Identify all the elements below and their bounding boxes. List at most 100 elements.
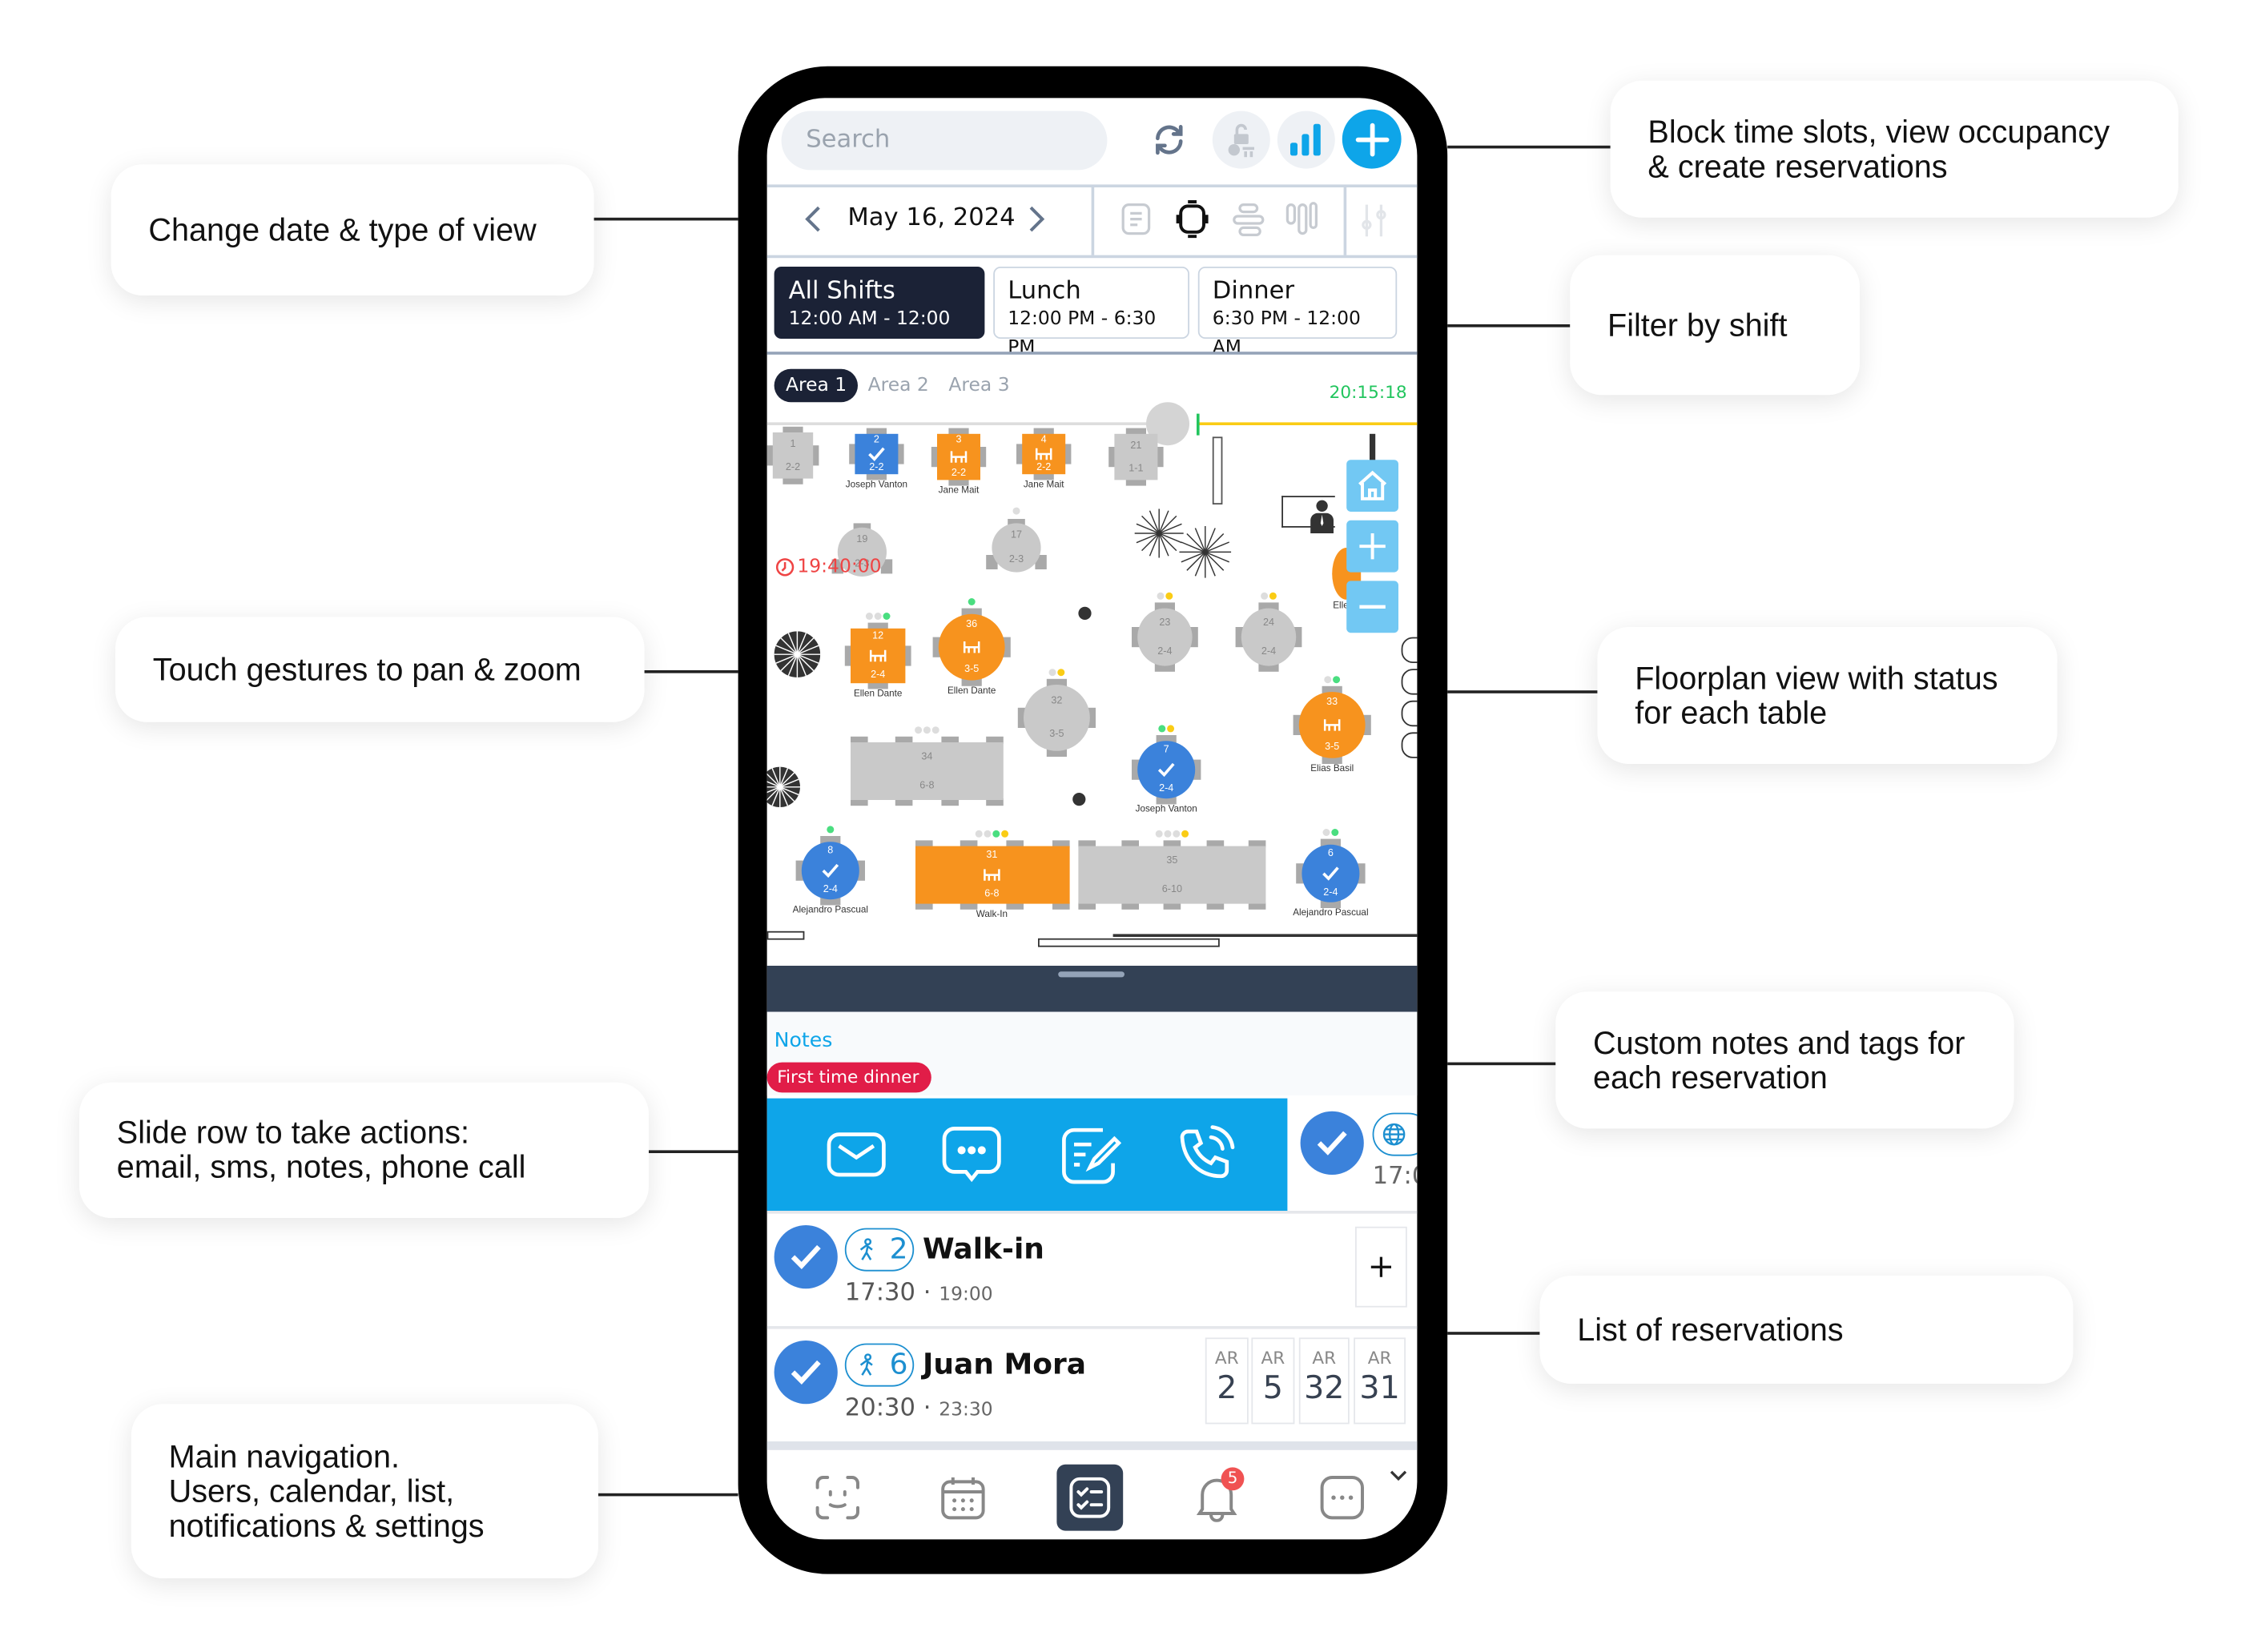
table-35[interactable]: 35 6-10 — [1078, 846, 1266, 904]
block-time-icon[interactable] — [1212, 111, 1270, 169]
table-1[interactable]: 1 2-2 — [772, 432, 814, 479]
area-tab-2[interactable]: Area 2 — [868, 369, 929, 402]
reservation-row[interactable]: 2 Walk-in 17:30 · 19:00 — [767, 1212, 1418, 1324]
wall — [1212, 436, 1223, 504]
chevron-down-icon[interactable] — [1390, 1463, 1407, 1489]
check-icon — [1157, 762, 1175, 778]
zoom-in-button[interactable] — [1346, 520, 1398, 573]
table-6[interactable]: 6 2-4 — [1302, 844, 1360, 902]
nav-settings[interactable] — [1309, 1465, 1375, 1531]
table-21[interactable]: 21 1-1 — [1114, 433, 1158, 480]
filter-icon[interactable] — [1359, 202, 1388, 247]
notification-badge: 5 — [1221, 1467, 1245, 1491]
sms-button[interactable] — [941, 1124, 1002, 1195]
status-check[interactable] — [774, 1225, 838, 1289]
timeline-view-icon[interactable] — [1231, 202, 1265, 243]
table-17[interactable]: 17 2-3 — [992, 523, 1041, 573]
table-4[interactable]: 4 2-2 — [1022, 433, 1066, 475]
email-button[interactable] — [826, 1127, 887, 1189]
drag-handle[interactable] — [1058, 971, 1124, 978]
home-icon — [1358, 470, 1387, 500]
current-date[interactable]: May 16, 2024 — [847, 203, 1015, 232]
nav-users[interactable] — [804, 1465, 871, 1531]
floorplan-canvas[interactable]: 1 2-2 2 2-2 Joseph Vanton 3 2-2 Jane Mait 4 2-2 Ja… — [766, 402, 1418, 966]
table-capacity: 3-5 — [964, 665, 980, 675]
table-status-dots — [827, 826, 835, 834]
callout-reservation-list: List of reservations — [1539, 1276, 2074, 1384]
table-guest-name: Ellen Dante — [853, 689, 903, 699]
wall — [1370, 433, 1376, 463]
notes-button[interactable] — [1060, 1124, 1123, 1195]
table-number: 36 — [966, 619, 978, 629]
zoom-out-icon — [1359, 605, 1386, 609]
table-guest-name: Jane Mait — [938, 485, 980, 496]
sheet-handle-bar[interactable] — [766, 966, 1418, 1012]
table-24[interactable]: 24 2-4 — [1241, 608, 1297, 666]
list-view-icon[interactable] — [1120, 202, 1153, 243]
shift-tab-lunch[interactable]: Lunch 12:00 PM - 6:30 PM — [993, 267, 1189, 359]
refresh-icon[interactable] — [1150, 121, 1188, 166]
assigned-table[interactable]: AR 31 — [1354, 1337, 1406, 1425]
table-36[interactable]: 36 3-5 — [938, 613, 1005, 681]
now-marker — [1197, 413, 1200, 436]
nav-notifications[interactable]: 5 — [1184, 1465, 1250, 1531]
table-status-dots — [968, 598, 976, 605]
shift-tab-all[interactable]: All Shifts 12:00 AM - 12:00 AM — [774, 267, 985, 359]
table-number: 21 — [1130, 440, 1142, 451]
prev-date-button[interactable] — [803, 205, 823, 241]
search-input[interactable]: Search — [781, 111, 1108, 171]
connector — [593, 217, 738, 220]
reservation-time: 20:30 · 23:30 — [844, 1393, 993, 1423]
booth-seat — [1401, 732, 1418, 758]
area-tab-1[interactable]: Area 1 — [774, 368, 859, 403]
table-number: 12 — [872, 631, 884, 642]
table-33[interactable]: 33 3-5 — [1298, 692, 1366, 758]
tree-icon — [774, 631, 821, 677]
shift-tab-dinner[interactable]: Dinner 6:30 PM - 12:00 AM — [1197, 267, 1398, 359]
app-screen: Search May 16, 2024 All Shifts 12:00 AM -… — [766, 98, 1418, 1540]
table-2[interactable]: 2 2-2 — [855, 433, 899, 475]
assign-table-button[interactable] — [1355, 1226, 1407, 1308]
tag-badge[interactable]: First time dinner — [766, 1062, 932, 1093]
table-23[interactable]: 23 2-4 — [1137, 608, 1193, 666]
add-reservation-button[interactable] — [1342, 109, 1402, 169]
table-8[interactable]: 8 2-4 — [801, 842, 859, 900]
timeline-future — [1197, 422, 1418, 425]
assigned-table[interactable]: AR 2 — [1205, 1337, 1249, 1425]
table-capacity: 3-5 — [1325, 742, 1340, 754]
callout-date-view: Change date & type of view — [111, 164, 594, 295]
table-status-dots — [1158, 725, 1175, 733]
table-3[interactable]: 3 2-2 — [937, 433, 980, 480]
table-number: 7 — [1163, 744, 1169, 755]
plus-icon — [1370, 1256, 1391, 1277]
nav-list[interactable] — [1056, 1464, 1124, 1531]
next-date-button[interactable] — [1027, 205, 1047, 241]
callout-slide-row: Slide row to take actions: email, sms, n… — [79, 1082, 649, 1218]
table-number: 17 — [1010, 530, 1023, 541]
timer-value: 19:40:00 — [797, 556, 882, 578]
wall — [1038, 938, 1220, 947]
home-button[interactable] — [1346, 460, 1398, 512]
table-status-dots — [865, 613, 891, 620]
zoom-out-button[interactable] — [1346, 581, 1398, 633]
status-check[interactable] — [774, 1340, 838, 1405]
floorplan-view-icon[interactable] — [1175, 199, 1209, 246]
table-number: 24 — [1262, 617, 1275, 628]
assigned-table[interactable]: AR 5 — [1251, 1337, 1295, 1425]
assigned-table[interactable]: AR 32 — [1298, 1337, 1350, 1425]
occupancy-chart-icon[interactable] — [1277, 111, 1335, 169]
table-7[interactable]: 7 2-4 — [1137, 741, 1196, 799]
seated-icon — [1323, 719, 1341, 731]
table-31[interactable]: 31 6-8 — [915, 846, 1069, 904]
swiped-row-status-check[interactable] — [1300, 1111, 1364, 1175]
table-12[interactable]: 12 2-4 — [851, 628, 906, 684]
phone-call-button[interactable] — [1177, 1123, 1237, 1193]
nav-calendar[interactable] — [930, 1465, 996, 1531]
check-icon — [1317, 1131, 1347, 1156]
area-tab-3[interactable]: Area 3 — [948, 369, 1009, 402]
table-34[interactable]: 34 6-8 — [851, 742, 1004, 800]
sms-icon — [942, 1127, 1001, 1183]
table-32[interactable]: 32 3-5 — [1024, 685, 1090, 751]
guest-name: Walk-in — [923, 1231, 1044, 1266]
columns-view-icon[interactable] — [1285, 200, 1319, 245]
